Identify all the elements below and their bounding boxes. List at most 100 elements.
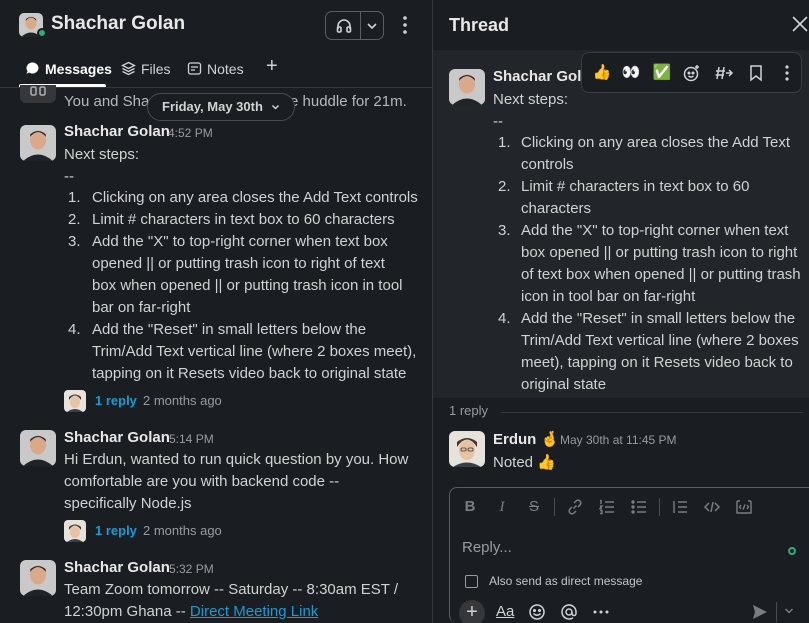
notes-icon (187, 62, 202, 75)
avatar[interactable] (20, 125, 56, 161)
layers-icon (121, 61, 136, 76)
message-time[interactable]: 5:14 PM (169, 432, 214, 446)
author-status-emoji: 🤞 (540, 431, 560, 448)
also-send-checkbox[interactable] (465, 575, 478, 588)
add-tab-button[interactable]: + (266, 56, 278, 77)
message-line: Next steps: (493, 91, 569, 108)
attach-plus-button[interactable]: + (459, 600, 485, 623)
message-line: comfortable are you with backend code -- (64, 473, 340, 490)
more-horizontal-icon[interactable] (592, 603, 610, 621)
avatar[interactable] (20, 560, 56, 596)
message-time[interactable]: May 30th at 11:45 PM (560, 433, 677, 447)
avatar[interactable] (20, 430, 56, 466)
message-author[interactable]: Shachar Golan (64, 123, 170, 140)
date-label: Friday, May 30th (162, 99, 263, 114)
channel-tabs: Messages Files Notes + (0, 50, 432, 88)
send-icon[interactable] (751, 603, 769, 621)
toolbar-separator (659, 498, 660, 516)
list-item-line: bar on far-right (92, 299, 191, 316)
list-item-line: Add the "X" to top-right corner when tex… (92, 233, 388, 250)
message-author[interactable]: Shachar Golan (64, 429, 170, 446)
chevron-down-icon[interactable] (366, 21, 378, 31)
message-line: 12:30pm Ghana -- Direct Meeting Link (64, 603, 318, 620)
italic-icon[interactable]: I (493, 498, 511, 516)
chat-bubble-icon (26, 62, 39, 74)
toolbar-separator (554, 498, 555, 516)
mention-icon[interactable] (560, 603, 578, 621)
message-line: Next steps: (64, 146, 140, 163)
thread-last-reply-time: 2 months ago (143, 523, 222, 538)
bulleted-list-icon[interactable] (630, 498, 648, 516)
list-item-line: meet), tapping on it Resets video back t… (521, 354, 793, 371)
thread-reply-count[interactable]: 1 reply (95, 523, 137, 538)
list-item-line: box opened || or putting trash icon to r… (521, 244, 798, 261)
list-item-line: box when opened || or putting trash icon… (92, 277, 403, 294)
close-icon[interactable] (791, 15, 809, 33)
formatting-toolbar: B I S (450, 488, 809, 526)
list-item-line: Trim/Add Text vertical line (where 2 box… (92, 343, 417, 360)
channel-header: Shachar Golan (0, 0, 432, 50)
list-item-line: controls (521, 156, 574, 173)
thread-last-reply-time: 2 months ago (143, 393, 222, 408)
headphones-icon (336, 19, 352, 33)
date-divider-pill[interactable]: Friday, May 30th (147, 93, 295, 121)
blockquote-icon[interactable] (671, 498, 689, 516)
huddle-note-right: e huddle for 21m. (290, 93, 407, 110)
chevron-down-icon[interactable] (784, 607, 794, 615)
thread-parent-message: Shachar Golan Next steps: -- 1. Clicking… (433, 50, 809, 398)
list-item-line: original state (521, 376, 607, 393)
link-icon[interactable] (566, 498, 584, 516)
message-time[interactable]: 5:32 PM (169, 562, 214, 576)
list-number: 1. (68, 189, 81, 206)
code-block-icon[interactable] (735, 498, 753, 516)
bookmark-icon[interactable] (746, 63, 766, 83)
reaction-thumbs-up[interactable]: 👍 (592, 63, 612, 83)
list-number: 4. (498, 310, 511, 327)
message-line: -- (493, 113, 503, 130)
list-number: 3. (68, 233, 81, 250)
list-number: 2. (498, 178, 511, 195)
more-vertical-icon[interactable] (396, 14, 414, 36)
tab-label: Messages (45, 61, 112, 77)
presence-online-indicator (37, 28, 47, 38)
code-icon[interactable] (703, 498, 721, 516)
reply-avatar (64, 390, 86, 412)
composer-actions: + Aa (450, 596, 809, 623)
format-toggle-button[interactable]: Aa (496, 602, 514, 622)
forward-icon[interactable] (714, 63, 734, 83)
bold-icon[interactable]: B (461, 498, 479, 516)
list-item-line: Limit # characters in text box to 60 cha… (92, 211, 395, 228)
list-item-line: characters (521, 200, 592, 217)
add-reaction-icon[interactable] (682, 63, 702, 83)
thread-header: Thread (433, 0, 809, 50)
tab-label: Notes (207, 61, 244, 77)
list-number: 1. (498, 134, 511, 151)
divider-line (501, 412, 803, 413)
message-line: Hi Erdun, wanted to run quick question b… (64, 451, 409, 468)
message-line: Team Zoom tomorrow -- Saturday -- 8:30am… (64, 581, 398, 598)
channel-title[interactable]: Shachar Golan (51, 13, 185, 35)
avatar[interactable] (449, 69, 485, 105)
ordered-list-icon[interactable] (598, 498, 616, 516)
message-author[interactable]: Erdun 🤞 (493, 430, 559, 448)
reply-composer: B I S Reply... Also send as direct messa… (449, 487, 809, 623)
message-time[interactable]: 4:52 PM (168, 126, 213, 140)
list-item-line: Add the "X" to top-right corner when tex… (521, 222, 789, 239)
thumbs-up-emoji: 👍 (537, 454, 556, 471)
huddle-button[interactable] (325, 11, 384, 40)
avatar[interactable] (449, 431, 485, 467)
message-author[interactable]: Shachar Golan (64, 559, 170, 576)
emoji-icon[interactable] (528, 603, 546, 621)
strikethrough-icon[interactable]: S (525, 498, 543, 516)
meeting-link[interactable]: Direct Meeting Link (190, 603, 318, 620)
message-actions-toolbar: 👍 👀 ✅ (581, 52, 802, 93)
reaction-check[interactable]: ✅ (652, 63, 672, 83)
recipient-online-indicator (788, 547, 796, 555)
thread-reply-count[interactable]: 1 reply (95, 393, 137, 408)
more-icon[interactable] (777, 63, 797, 83)
message-text: 12:30pm Ghana -- (64, 603, 190, 620)
reaction-eyes[interactable]: 👀 (621, 63, 641, 83)
also-send-label[interactable]: Also send as direct message (489, 574, 642, 588)
list-item-line: tapping on it Resets video back to origi… (92, 365, 407, 382)
reply-input[interactable]: Reply... (462, 539, 512, 556)
